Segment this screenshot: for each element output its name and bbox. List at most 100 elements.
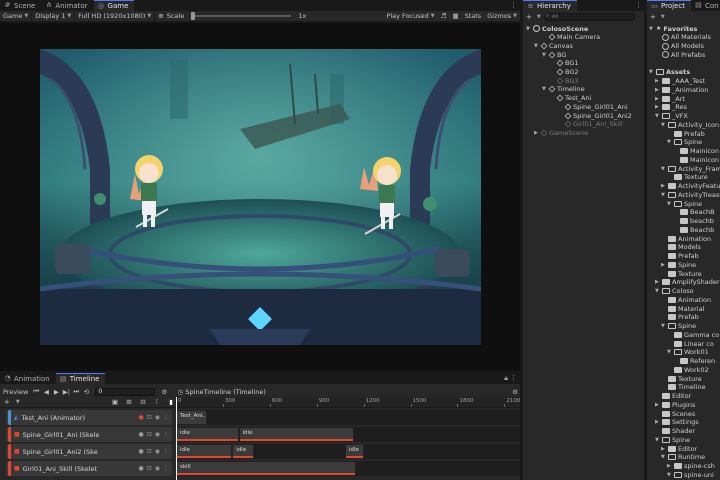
hierarchy-item[interactable]: Spine_Girl01_Ani2 (558, 111, 632, 120)
project-item[interactable]: ▼ Spine (661, 322, 696, 331)
chevron-down-icon[interactable]: ▼ (534, 43, 539, 49)
project-item[interactable]: All Materials (655, 33, 711, 42)
timeline-clip[interactable]: idle (238, 427, 355, 442)
tab-hierarchy[interactable]: ≡ Hierarchy (523, 0, 577, 11)
project-item[interactable]: ▼ spine-uni (667, 470, 714, 479)
record-icon[interactable]: ● (138, 465, 143, 472)
play-mode-dropdown[interactable]: Play Focused ▼ (383, 11, 437, 21)
chevron-right-icon[interactable]: ▶ (661, 262, 666, 268)
chevron-right-icon[interactable]: ▶ (667, 463, 672, 469)
project-item[interactable]: Shader (655, 427, 695, 436)
chevron-right-icon[interactable]: ▶ (655, 402, 660, 408)
hierarchy-item[interactable]: ▼ BG (542, 50, 566, 59)
gizmos-dropdown[interactable]: Gizmos ▼ (484, 11, 520, 21)
audio-mute-button[interactable]: ♬ (438, 11, 450, 21)
timeline-clip[interactable]: idle (176, 444, 233, 459)
project-item[interactable]: ▶ _AAA_Test (655, 77, 705, 86)
hierarchy-item[interactable]: BG3 (550, 76, 579, 85)
replace-icon[interactable]: ⊟ (138, 398, 148, 407)
project-item[interactable]: Linear co (667, 339, 714, 348)
project-item[interactable]: ▼ Assets (649, 68, 690, 77)
add-track-button[interactable]: + (4, 398, 10, 406)
more-icon[interactable]: ⋮ (163, 431, 169, 438)
chevron-down-icon[interactable]: ▼ (649, 26, 654, 32)
chevron-right-icon[interactable]: ▶ (655, 419, 660, 425)
project-item[interactable]: ▶ Plugins (655, 400, 695, 409)
project-item[interactable]: ▶ AmplifyShaderEditor (655, 278, 720, 287)
tab-animation[interactable]: ◔ Animation (0, 373, 56, 384)
project-item[interactable]: ▼ Work01 (667, 348, 709, 357)
project-item[interactable]: ▼ Spine (655, 435, 690, 444)
scale-slider-knob[interactable] (191, 12, 196, 20)
mute-icon[interactable]: ◉ (155, 414, 160, 421)
chevron-down-icon[interactable]: ▼ (661, 122, 666, 128)
snap-icon[interactable]: ⊺ (152, 398, 162, 407)
project-item[interactable]: Texture (667, 173, 708, 182)
track-header[interactable]: ◭ Test_Ani (Animator) ● ⊡ ◉ ⋮ (6, 410, 172, 425)
project-item[interactable]: ▶ _Res (655, 103, 687, 112)
project-item[interactable]: ▶ Editor (661, 444, 697, 453)
project-item[interactable]: ▶ _Art (655, 94, 685, 103)
project-item[interactable]: ▼ Spine (667, 199, 702, 208)
play-icon[interactable]: ▶ (51, 387, 61, 396)
preview-toggle[interactable]: Preview (0, 386, 31, 397)
project-item[interactable]: All Models (655, 42, 704, 51)
playhead-line[interactable] (176, 397, 177, 480)
track-header[interactable]: ■ Spine_Girl01_Ani2 (Ske ● ⊡ ◉ ⋮ (6, 444, 172, 459)
lock-icon[interactable]: ⊡ (147, 431, 152, 438)
record-icon[interactable]: ● (138, 431, 143, 438)
project-item[interactable]: ▶ ActivityFeature (661, 182, 720, 191)
project-item[interactable]: ▼ Coloso (655, 287, 694, 296)
hierarchy-item[interactable]: BG2 (550, 68, 579, 77)
chevron-down-icon[interactable]: ▼ (661, 323, 666, 329)
chevron-down-icon[interactable]: ▼ (542, 86, 547, 92)
lock-icon[interactable]: ⊡ (147, 465, 152, 472)
track-clip-area[interactable]: Test_Ani... (176, 410, 520, 425)
project-item[interactable]: ▼ ActivityTreasure (661, 190, 720, 199)
project-item[interactable]: ▼ Activity_Icon (661, 120, 719, 129)
timeline-settings-icon[interactable]: ⚙ (159, 387, 169, 396)
project-item[interactable]: Mainicon (673, 147, 719, 156)
ripple-icon[interactable]: ⊞ (124, 398, 134, 407)
tab-menu-icon[interactable]: ⋮ (510, 1, 517, 9)
project-item[interactable]: ▼ Runtime (661, 453, 705, 462)
project-item[interactable]: Work02 (667, 365, 709, 374)
previous-frame-icon[interactable]: ◀ (41, 387, 51, 396)
chevron-right-icon[interactable]: ▶ (655, 87, 660, 93)
mute-icon[interactable]: ◉ (155, 448, 160, 455)
chevron-down-icon[interactable]: ▼ (667, 139, 672, 145)
project-item[interactable]: ▶ Spine (661, 260, 696, 269)
project-item[interactable]: ▼ _VFX (655, 112, 688, 121)
project-item[interactable]: ▶ Settings (655, 418, 699, 427)
hierarchy-item[interactable]: BG1 (550, 59, 579, 68)
chevron-right-icon[interactable]: ▶ (534, 130, 539, 136)
tab-con[interactable]: ▤ Con (691, 0, 720, 11)
chevron-down-icon[interactable]: ▼ (655, 113, 660, 119)
stats-button[interactable]: Stats (462, 11, 485, 21)
add-button[interactable]: + (526, 13, 532, 21)
hierarchy-item[interactable]: Main Camera (542, 33, 600, 42)
chevron-right-icon[interactable]: ▶ (655, 96, 660, 102)
project-item[interactable]: ▶ spine-csh (667, 462, 715, 471)
frame-input[interactable]: 0 (95, 387, 156, 396)
mute-icon[interactable]: ◉ (155, 431, 160, 438)
chevron-down-icon[interactable]: ▼ (661, 192, 666, 198)
loop-icon[interactable]: ⟲ (81, 387, 91, 396)
clip-edit-icon[interactable]: ▣ (110, 398, 120, 407)
tab-animator[interactable]: ⋔ Animator (41, 0, 93, 11)
record-icon[interactable]: ● (138, 448, 143, 455)
hierarchy-search-input[interactable]: All (543, 12, 635, 21)
create-button[interactable]: + (650, 13, 656, 21)
timeline-track[interactable]: ■ Spine_Girl01_Ani (Skele ● ⊡ ◉ ⋮ idle idle (0, 426, 520, 443)
timeline-track[interactable]: ■ Girl01_Ani_Skill (Skelet ● ⊡ ◉ ⋮ skill (0, 460, 520, 477)
chevron-down-icon[interactable]: ▼ (526, 26, 531, 32)
project-item[interactable]: Prefab (661, 313, 699, 322)
display-dropdown[interactable]: Display 1 ▼ (32, 11, 74, 21)
hierarchy-item[interactable]: ▶ GameScene (534, 128, 588, 137)
project-item[interactable]: ▼ ★ Favorites (649, 24, 697, 33)
chevron-right-icon[interactable]: ▶ (655, 104, 660, 110)
project-item[interactable]: ▼ Spine (667, 138, 702, 147)
more-icon[interactable]: ⋮ (163, 465, 169, 472)
tab-game[interactable]: ◎ Game (93, 0, 135, 11)
timeline-track[interactable]: ◭ Test_Ani (Animator) ● ⊡ ◉ ⋮ Test_Ani... (0, 409, 520, 426)
